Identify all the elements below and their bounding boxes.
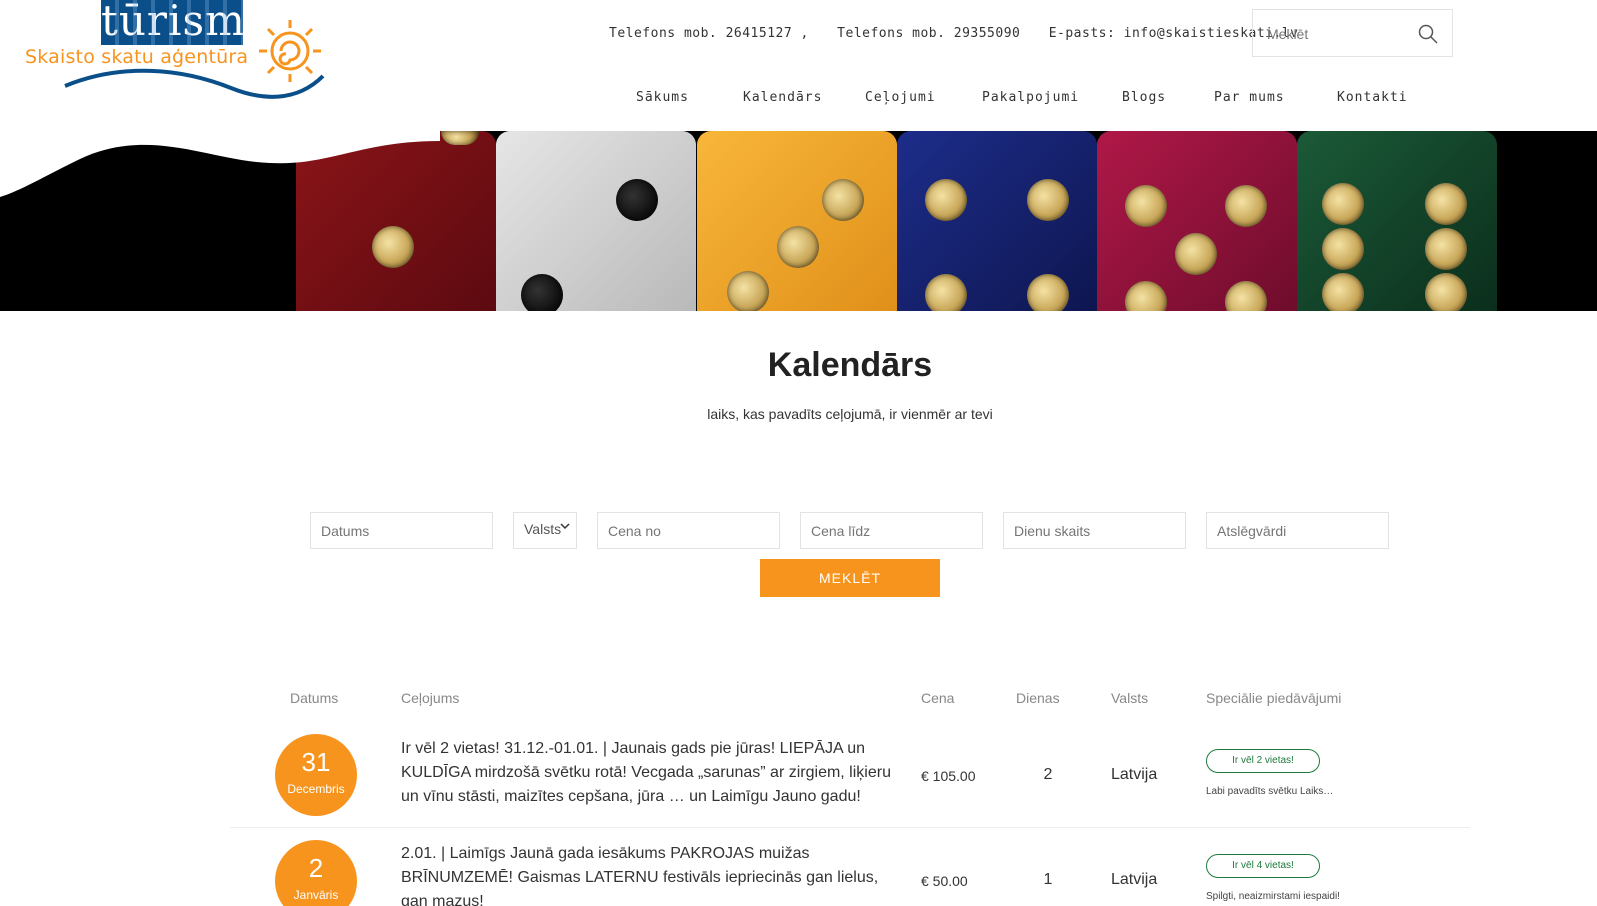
site-header: tūrisms Skaisto skatu aģentūra Telefons …: [0, 0, 1597, 131]
column-header-days: Dienas: [1016, 690, 1060, 706]
hero-banner: [0, 131, 1597, 311]
site-search: [1252, 9, 1453, 57]
special-offer-note: Labi pavadīts svētku Laiks…: [1206, 786, 1334, 797]
date-month: Decembris: [287, 782, 345, 796]
table-row[interactable]: 31 Decembris Ir vēl 2 vietas! 31.12.-01.…: [230, 723, 1470, 828]
sun-icon: [259, 20, 321, 82]
search-icon[interactable]: [1418, 24, 1438, 48]
trip-country: Latvija: [1111, 766, 1158, 783]
column-header-special-offers: Speciālie piedāvājumi: [1206, 690, 1342, 706]
trip-price: € 105.00: [921, 768, 976, 784]
price-from-input[interactable]: [597, 512, 780, 549]
trip-title-link[interactable]: Ir vēl 2 vietas! 31.12.-01.01. | Jaunais…: [401, 737, 901, 809]
hero-die-orange: [697, 131, 897, 311]
contact-phone-2[interactable]: Telefons mob. 29355090: [837, 26, 1020, 41]
filter-search-button[interactable]: MEKLĒT: [760, 559, 940, 597]
column-header-country: Valsts: [1111, 690, 1149, 706]
date-month: Janvāris: [293, 888, 339, 902]
country-select[interactable]: Valsts: [513, 512, 577, 549]
table-row[interactable]: 2 Janvāris 2.01. | Laimīgs Jaunā gada ie…: [230, 829, 1470, 906]
column-header-trip: Ceļojums: [401, 690, 460, 706]
date-badge: 2 Janvāris: [275, 840, 357, 906]
page-subtitle: laiks, kas pavadīts ceļojumā, ir vienmēr…: [707, 406, 993, 422]
hero-die-crimson: [1097, 131, 1297, 311]
keywords-input[interactable]: [1206, 512, 1389, 549]
date-day: 31: [301, 747, 331, 777]
nav-item-kalendars[interactable]: Kalendārs: [743, 90, 822, 105]
contact-phone-1[interactable]: Telefons mob. 26415127 ,: [609, 26, 809, 41]
date-day: 2: [308, 853, 324, 883]
column-header-date: Datums: [290, 690, 339, 706]
hero-wave-shape: [0, 131, 440, 197]
date-filter-input[interactable]: [310, 512, 493, 549]
nav-item-celojumi[interactable]: Ceļojumi: [865, 90, 936, 105]
nav-item-pakalpojumi[interactable]: Pakalpojumi: [982, 90, 1079, 105]
trip-days: 1: [1043, 871, 1053, 888]
page-title: Kalendārs: [767, 346, 933, 384]
special-offer-badge[interactable]: Ir vēl 4 vietas!: [1206, 854, 1320, 878]
column-header-price: Cena: [921, 690, 955, 706]
nav-item-sakums[interactable]: Sākums: [636, 90, 689, 105]
contact-info: Telefons mob. 26415127 , Telefons mob. 2…: [609, 26, 1319, 41]
nav-item-par-mums[interactable]: Par mums: [1214, 90, 1285, 105]
nav-item-kontakti[interactable]: Kontakti: [1337, 90, 1408, 105]
chevron-down-icon: [560, 522, 570, 533]
search-input[interactable]: [1267, 22, 1417, 46]
country-select-value: Valsts: [524, 521, 562, 537]
date-badge: 31 Decembris: [275, 734, 357, 816]
hero-die-blue: [897, 131, 1097, 311]
trip-country: Latvija: [1111, 871, 1158, 888]
special-offer-note: Spilgti, neaizmirstami iespaidi!: [1206, 891, 1340, 902]
trip-price: € 50.00: [921, 873, 968, 889]
logo-brand: tūrisms: [101, 0, 269, 45]
hero-die-white: [496, 131, 696, 311]
trip-days: 2: [1043, 766, 1053, 783]
site-logo[interactable]: tūrisms Skaisto skatu aģentūra: [25, 0, 335, 110]
nav-item-blogs[interactable]: Blogs: [1122, 90, 1166, 105]
price-to-input[interactable]: [800, 512, 983, 549]
days-count-input[interactable]: [1003, 512, 1186, 549]
special-offer-badge[interactable]: Ir vēl 2 vietas!: [1206, 749, 1320, 773]
hero-die-green: [1297, 131, 1497, 311]
trip-title-link[interactable]: 2.01. | Laimīgs Jaunā gada iesākums PAKR…: [401, 842, 901, 906]
